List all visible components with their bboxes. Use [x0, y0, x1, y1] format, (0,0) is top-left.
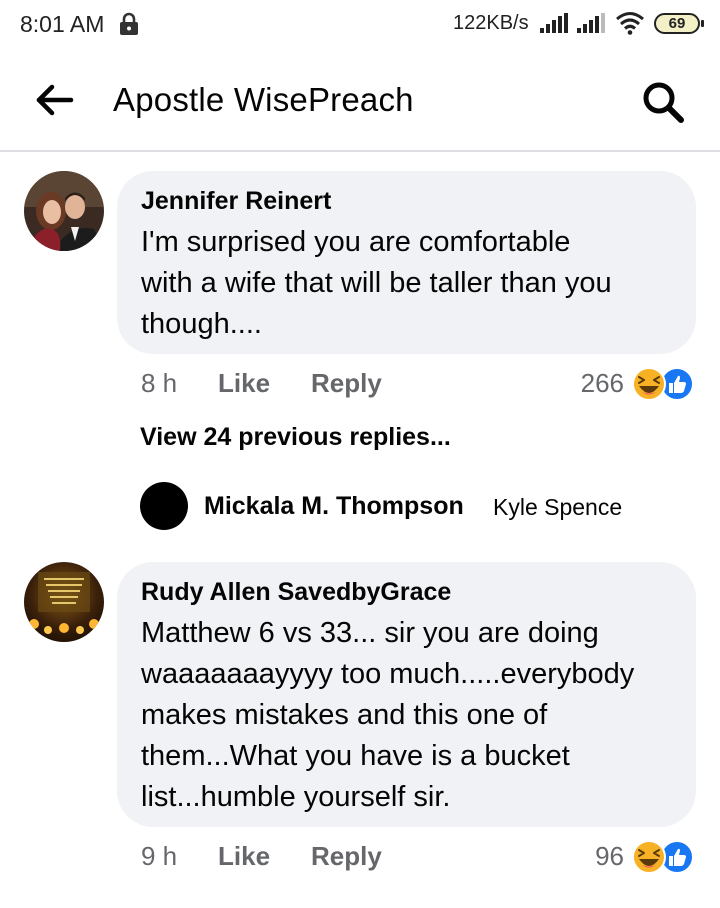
comment-text-line: with a wife that will be taller than you: [141, 267, 612, 299]
page-header: Apostle WisePreach: [0, 50, 720, 152]
reply-snippet[interactable]: Kyle Spence: [493, 494, 622, 521]
avatar[interactable]: [24, 171, 104, 251]
reaction-icons[interactable]: [630, 366, 696, 402]
lock-icon: [120, 12, 138, 35]
comment-text: Matthew 6 vs 33... sir you are doing waa…: [141, 613, 634, 818]
signal-icon: [540, 13, 568, 33]
back-arrow-icon[interactable]: [35, 83, 75, 117]
haha-icon: [632, 367, 666, 401]
network-speed: 122KB/s: [453, 12, 529, 34]
status-time: 8:01 AM: [20, 11, 105, 37]
reaction-icons[interactable]: [630, 839, 696, 875]
status-bar: 8:01 AM 122KB/s 69: [0, 0, 720, 50]
reactions-count[interactable]: 96: [560, 841, 624, 872]
like-button[interactable]: Like: [218, 841, 270, 872]
comment-text: I'm surprised you are comfortable with a…: [141, 222, 612, 345]
signal-icon-2: [577, 13, 605, 33]
avatar[interactable]: [140, 482, 188, 530]
reactions-count[interactable]: 266: [560, 368, 624, 399]
comment-timestamp[interactable]: 9 h: [141, 841, 177, 872]
reply-button[interactable]: Reply: [311, 841, 382, 872]
comment-text-line: them...What you have is a bucket: [141, 740, 570, 772]
comment-text-line: Matthew 6 vs 33... sir you are doing: [141, 617, 599, 649]
page-title: Apostle WisePreach: [113, 81, 414, 118]
comment-text-line: I'm surprised you are comfortable: [141, 226, 571, 258]
comment-text-line: waaaaaaayyyy too much.....everybody: [141, 658, 635, 690]
like-button[interactable]: Like: [218, 368, 270, 399]
comment-text-line: makes mistakes and this one of: [141, 699, 548, 731]
comment-text-line: list...humble yourself sir.: [141, 781, 451, 813]
comment-timestamp[interactable]: 8 h: [141, 368, 177, 399]
wifi-icon: [616, 12, 644, 35]
battery-icon: 69: [654, 13, 704, 34]
avatar[interactable]: [24, 562, 104, 642]
comment-author[interactable]: Jennifer Reinert: [141, 187, 331, 216]
haha-icon: [632, 840, 666, 874]
comment-text-line: though....: [141, 308, 262, 340]
comment-author[interactable]: Rudy Allen SavedbyGrace: [141, 578, 451, 607]
view-previous-replies-link[interactable]: View 24 previous replies...: [140, 423, 451, 452]
search-icon[interactable]: [641, 80, 685, 124]
reply-button[interactable]: Reply: [311, 368, 382, 399]
reply-author[interactable]: Mickala M. Thompson: [204, 492, 464, 521]
